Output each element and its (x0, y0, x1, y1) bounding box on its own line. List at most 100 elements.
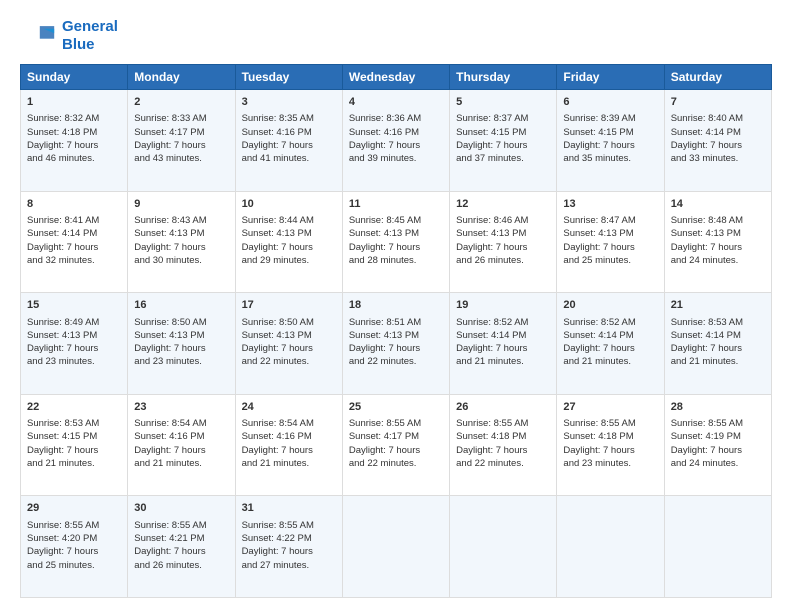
day-number: 22 (27, 400, 121, 415)
day-info-line: Sunset: 4:13 PM (134, 329, 228, 342)
day-info-line: and 43 minutes. (134, 152, 228, 165)
calendar-cell: 15Sunrise: 8:49 AMSunset: 4:13 PMDayligh… (21, 293, 128, 395)
day-info-line: and 23 minutes. (27, 355, 121, 368)
day-info-line: Sunrise: 8:44 AM (242, 214, 336, 227)
day-info-line: Sunset: 4:16 PM (349, 126, 443, 139)
day-info-line: and 39 minutes. (349, 152, 443, 165)
day-info-line: Sunset: 4:21 PM (134, 532, 228, 545)
calendar-week-1: 1Sunrise: 8:32 AMSunset: 4:18 PMDaylight… (21, 90, 772, 192)
calendar-cell (664, 496, 771, 598)
day-info-line: and 21 minutes. (671, 355, 765, 368)
day-number: 3 (242, 95, 336, 110)
day-info-line: and 37 minutes. (456, 152, 550, 165)
day-info-line: Daylight: 7 hours (27, 444, 121, 457)
day-number: 2 (134, 95, 228, 110)
day-info-line: Daylight: 7 hours (242, 342, 336, 355)
day-info-line: Daylight: 7 hours (456, 444, 550, 457)
calendar-cell: 13Sunrise: 8:47 AMSunset: 4:13 PMDayligh… (557, 191, 664, 293)
day-info-line: Sunrise: 8:32 AM (27, 112, 121, 125)
calendar-cell: 10Sunrise: 8:44 AMSunset: 4:13 PMDayligh… (235, 191, 342, 293)
day-info-line: Sunset: 4:13 PM (563, 227, 657, 240)
day-info-line: Sunset: 4:15 PM (563, 126, 657, 139)
logo-text: General Blue (62, 18, 118, 54)
day-number: 27 (563, 400, 657, 415)
day-info-line: Sunset: 4:18 PM (563, 430, 657, 443)
day-info-line: Sunset: 4:22 PM (242, 532, 336, 545)
calendar-week-3: 15Sunrise: 8:49 AMSunset: 4:13 PMDayligh… (21, 293, 772, 395)
day-info-line: Daylight: 7 hours (456, 342, 550, 355)
day-number: 1 (27, 95, 121, 110)
calendar-cell: 12Sunrise: 8:46 AMSunset: 4:13 PMDayligh… (450, 191, 557, 293)
day-info-line: Daylight: 7 hours (242, 545, 336, 558)
day-info-line: Sunrise: 8:55 AM (563, 417, 657, 430)
day-info-line: Daylight: 7 hours (349, 241, 443, 254)
calendar-cell: 6Sunrise: 8:39 AMSunset: 4:15 PMDaylight… (557, 90, 664, 192)
day-info-line: Sunrise: 8:54 AM (242, 417, 336, 430)
day-info-line: Daylight: 7 hours (563, 139, 657, 152)
day-info-line: Sunrise: 8:52 AM (563, 316, 657, 329)
day-info-line: and 23 minutes. (563, 457, 657, 470)
day-number: 25 (349, 400, 443, 415)
day-info-line: Daylight: 7 hours (134, 545, 228, 558)
day-info-line: Daylight: 7 hours (563, 241, 657, 254)
logo-blue: Blue (62, 36, 95, 53)
day-info-line: Sunset: 4:14 PM (671, 126, 765, 139)
day-info-line: Sunrise: 8:51 AM (349, 316, 443, 329)
day-info-line: Sunrise: 8:37 AM (456, 112, 550, 125)
day-info-line: and 46 minutes. (27, 152, 121, 165)
day-info-line: and 28 minutes. (349, 254, 443, 267)
day-info-line: Sunrise: 8:46 AM (456, 214, 550, 227)
day-number: 23 (134, 400, 228, 415)
calendar-cell: 1Sunrise: 8:32 AMSunset: 4:18 PMDaylight… (21, 90, 128, 192)
header: General Blue (20, 18, 772, 54)
column-header-friday: Friday (557, 65, 664, 90)
day-info-line: Daylight: 7 hours (349, 139, 443, 152)
calendar-cell: 14Sunrise: 8:48 AMSunset: 4:13 PMDayligh… (664, 191, 771, 293)
day-info-line: Sunset: 4:14 PM (563, 329, 657, 342)
day-info-line: and 25 minutes. (563, 254, 657, 267)
day-info-line: Sunset: 4:16 PM (242, 126, 336, 139)
day-info-line: Sunrise: 8:53 AM (671, 316, 765, 329)
day-info-line: Daylight: 7 hours (242, 241, 336, 254)
day-info-line: Sunset: 4:14 PM (671, 329, 765, 342)
day-number: 28 (671, 400, 765, 415)
day-number: 15 (27, 298, 121, 313)
day-info-line: Sunrise: 8:41 AM (27, 214, 121, 227)
logo-icon (20, 22, 56, 50)
day-info-line: Daylight: 7 hours (349, 342, 443, 355)
day-info-line: Sunset: 4:15 PM (27, 430, 121, 443)
day-info-line: Sunset: 4:17 PM (349, 430, 443, 443)
logo: General Blue (20, 18, 118, 54)
day-info-line: Sunset: 4:13 PM (456, 227, 550, 240)
day-info-line: and 25 minutes. (27, 559, 121, 572)
day-info-line: Daylight: 7 hours (671, 444, 765, 457)
day-info-line: Sunrise: 8:39 AM (563, 112, 657, 125)
day-info-line: Sunset: 4:13 PM (671, 227, 765, 240)
calendar-cell: 7Sunrise: 8:40 AMSunset: 4:14 PMDaylight… (664, 90, 771, 192)
day-number: 8 (27, 197, 121, 212)
day-info-line: Daylight: 7 hours (27, 545, 121, 558)
calendar-cell (450, 496, 557, 598)
calendar-cell: 11Sunrise: 8:45 AMSunset: 4:13 PMDayligh… (342, 191, 449, 293)
day-info-line: and 22 minutes. (456, 457, 550, 470)
day-info-line: Daylight: 7 hours (563, 444, 657, 457)
day-info-line: and 22 minutes. (242, 355, 336, 368)
day-info-line: Sunrise: 8:53 AM (27, 417, 121, 430)
calendar-cell: 16Sunrise: 8:50 AMSunset: 4:13 PMDayligh… (128, 293, 235, 395)
calendar-cell: 27 Sunrise: 8:55 AMSunset: 4:18 PMDayligh… (557, 394, 664, 496)
day-info-line: Sunset: 4:13 PM (242, 227, 336, 240)
column-header-sunday: Sunday (21, 65, 128, 90)
calendar-cell: 28Sunrise: 8:55 AMSunset: 4:19 PMDayligh… (664, 394, 771, 496)
day-info-line: Sunrise: 8:43 AM (134, 214, 228, 227)
day-info-line: Daylight: 7 hours (349, 444, 443, 457)
day-info-line: and 24 minutes. (671, 457, 765, 470)
day-info-line: Sunrise: 8:45 AM (349, 214, 443, 227)
day-info-line: Sunrise: 8:55 AM (456, 417, 550, 430)
calendar-cell: 5Sunrise: 8:37 AMSunset: 4:15 PMDaylight… (450, 90, 557, 192)
calendar-week-4: 22Sunrise: 8:53 AMSunset: 4:15 PMDayligh… (21, 394, 772, 496)
day-info-line: Sunrise: 8:36 AM (349, 112, 443, 125)
day-info-line: Sunset: 4:15 PM (456, 126, 550, 139)
day-info-line: Sunrise: 8:52 AM (456, 316, 550, 329)
day-info-line: Sunset: 4:13 PM (349, 227, 443, 240)
calendar-header-row: SundayMondayTuesdayWednesdayThursdayFrid… (21, 65, 772, 90)
